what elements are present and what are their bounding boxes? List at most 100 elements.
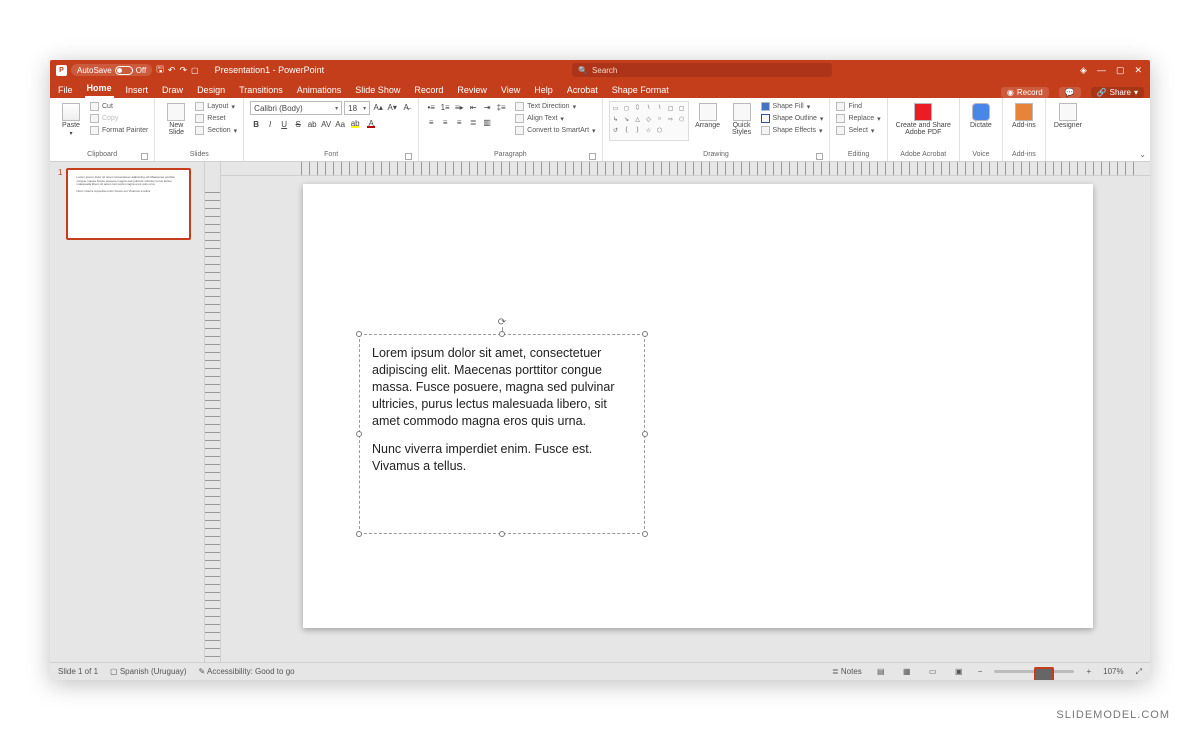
slide-count[interactable]: Slide 1 of 1 <box>58 667 98 676</box>
zoom-out-icon[interactable]: − <box>978 667 983 676</box>
thumbnail-pane[interactable]: 1 Lorem ipsum dolor sit amet consectetue… <box>50 162 205 662</box>
close-icon[interactable]: ✕ <box>1134 65 1142 76</box>
tab-slideshow[interactable]: Slide Show <box>353 83 402 98</box>
tab-view[interactable]: View <box>499 83 522 98</box>
slideshow-view-icon[interactable]: ▣ <box>952 666 966 678</box>
redo-icon[interactable]: ↷ <box>179 65 187 76</box>
search-box[interactable]: 🔍 Search <box>572 63 832 77</box>
clear-format-icon[interactable]: A̶ <box>400 101 412 113</box>
font-size-combo[interactable]: 18▾ <box>344 101 370 115</box>
decrease-indent-button[interactable]: ⇤ <box>467 101 479 113</box>
increase-indent-button[interactable]: ⇥ <box>481 101 493 113</box>
font-color-button[interactable]: A <box>364 118 378 130</box>
save-icon[interactable]: 🖫 <box>156 62 164 78</box>
copy-button[interactable]: Copy <box>90 113 148 124</box>
zoom-in-icon[interactable]: + <box>1086 667 1091 676</box>
tab-design[interactable]: Design <box>195 83 227 98</box>
shape-outline-button[interactable]: Shape Outline ▾ <box>761 113 824 124</box>
resize-handle[interactable] <box>642 331 648 337</box>
undo-icon[interactable]: ↶ <box>168 65 176 76</box>
record-button[interactable]: ◉ Record <box>1001 87 1049 98</box>
shape-effects-button[interactable]: Shape Effects ▾ <box>761 125 824 136</box>
bold-button[interactable]: B <box>250 118 262 130</box>
select-button[interactable]: Select ▾ <box>836 125 880 136</box>
section-button[interactable]: Section ▾ <box>195 125 237 136</box>
decrease-font-icon[interactable]: A▾ <box>386 101 398 113</box>
language-status[interactable]: ▢ Spanish (Uruguay) <box>110 667 186 676</box>
autosave-toggle[interactable]: AutoSave Off <box>71 64 152 76</box>
tab-draw[interactable]: Draw <box>160 83 185 98</box>
shadow-button[interactable]: ab <box>306 118 318 130</box>
line-spacing-button[interactable]: ‡≡ <box>495 101 507 113</box>
bullets-button[interactable]: •≡ <box>425 101 437 113</box>
convert-smartart-button[interactable]: Convert to SmartArt ▾ <box>515 125 595 136</box>
numbering-button[interactable]: 1≡ <box>439 101 451 113</box>
quick-styles-button[interactable]: Quick Styles <box>727 101 757 138</box>
notes-button[interactable]: ≣ Notes <box>832 667 862 676</box>
tab-insert[interactable]: Insert <box>124 83 151 98</box>
arrange-button[interactable]: Arrange <box>693 101 723 131</box>
highlight-color-button[interactable]: ab <box>348 118 362 130</box>
resize-handle[interactable] <box>642 431 648 437</box>
paste-button[interactable]: Paste ▾ <box>56 101 86 139</box>
justify-button[interactable]: ≣ <box>467 116 479 128</box>
align-right-button[interactable]: ≡ <box>453 116 465 128</box>
collapse-ribbon-icon[interactable]: ⌄ <box>1139 150 1146 159</box>
zoom-slider[interactable] <box>994 670 1074 673</box>
diamond-icon[interactable]: ◈ <box>1080 65 1087 76</box>
text-direction-button[interactable]: Text Direction ▾ <box>515 101 595 112</box>
format-painter-button[interactable]: Format Painter <box>90 125 148 136</box>
resize-handle[interactable] <box>642 531 648 537</box>
strike-button[interactable]: S <box>292 118 304 130</box>
zoom-level[interactable]: 107% <box>1103 667 1123 676</box>
dialog-launcher-icon[interactable] <box>141 153 148 160</box>
tab-home[interactable]: Home <box>85 81 114 98</box>
normal-view-icon[interactable]: ▤ <box>874 666 888 678</box>
cut-button[interactable]: Cut <box>90 101 148 112</box>
minimize-icon[interactable]: — <box>1097 65 1106 75</box>
slide-canvas[interactable]: ⟳ Lorem ipsum dolor sit amet, consectetu… <box>303 184 1093 628</box>
layout-button[interactable]: Layout ▾ <box>195 101 237 112</box>
align-center-button[interactable]: ≡ <box>439 116 451 128</box>
paragraph-1[interactable]: Lorem ipsum dolor sit amet, consectetuer… <box>372 345 632 429</box>
underline-button[interactable]: U <box>278 118 290 130</box>
shapes-gallery[interactable]: ▭◻⬯\\▢▢ ↳↘△◇○⇨⬠ ↺{}☆⬡ <box>609 101 689 141</box>
font-name-combo[interactable]: Calibri (Body)▾ <box>250 101 342 115</box>
designer-button[interactable]: Designer <box>1052 101 1084 131</box>
paragraph-2[interactable]: Nunc viverra imperdiet enim. Fusce est. … <box>372 441 632 475</box>
accessibility-status[interactable]: ✎ Accessibility: Good to go <box>199 667 295 676</box>
resize-handle[interactable] <box>499 531 505 537</box>
adobe-pdf-button[interactable]: Create and Share Adobe PDF <box>894 101 953 138</box>
tab-file[interactable]: File <box>56 83 75 98</box>
dialog-launcher-icon[interactable] <box>405 153 412 160</box>
tab-acrobat[interactable]: Acrobat <box>565 83 600 98</box>
share-button[interactable]: 🔗 Share ▾ <box>1091 87 1144 98</box>
slide-editor[interactable]: ⟳ Lorem ipsum dolor sit amet, consectetu… <box>221 162 1150 662</box>
shape-fill-button[interactable]: Shape Fill ▾ <box>761 101 824 112</box>
reset-button[interactable]: Reset <box>195 113 237 124</box>
tab-animations[interactable]: Animations <box>295 83 344 98</box>
text-box-content[interactable]: Lorem ipsum dolor sit amet, consectetuer… <box>360 335 644 497</box>
resize-handle[interactable] <box>356 531 362 537</box>
tab-review[interactable]: Review <box>455 83 489 98</box>
resize-handle[interactable] <box>499 331 505 337</box>
tab-record[interactable]: Record <box>412 83 445 98</box>
italic-button[interactable]: I <box>264 118 276 130</box>
tab-help[interactable]: Help <box>532 83 555 98</box>
list-level-button[interactable]: ≡▸ <box>453 101 465 113</box>
find-button[interactable]: Find <box>836 101 880 112</box>
increase-font-icon[interactable]: A▴ <box>372 101 384 113</box>
columns-button[interactable]: ▥ <box>481 116 493 128</box>
replace-button[interactable]: Replace ▾ <box>836 113 880 124</box>
dialog-launcher-icon[interactable] <box>589 153 596 160</box>
tab-transitions[interactable]: Transitions <box>237 83 285 98</box>
resize-handle[interactable] <box>356 431 362 437</box>
dictate-button[interactable]: Dictate <box>966 101 996 131</box>
dialog-launcher-icon[interactable] <box>816 153 823 160</box>
change-case-button[interactable]: Aa <box>334 118 346 130</box>
maximize-icon[interactable]: ▢ <box>1116 65 1125 76</box>
slide-thumbnail-1[interactable]: Lorem ipsum dolor sit amet consectetuer … <box>66 168 191 240</box>
text-box-selected[interactable]: ⟳ Lorem ipsum dolor sit amet, consectetu… <box>359 334 645 534</box>
align-text-button[interactable]: Align Text ▾ <box>515 113 595 124</box>
start-slideshow-icon[interactable]: ▢ <box>191 66 199 75</box>
